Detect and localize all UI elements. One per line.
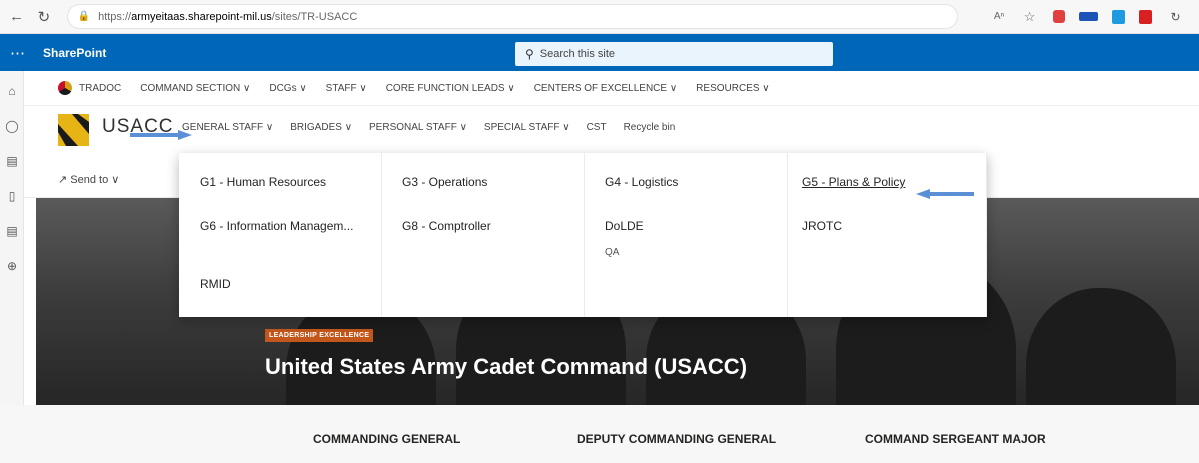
outlook-extension-icon[interactable] bbox=[1112, 9, 1126, 24]
nav-general-staff[interactable]: GENERAL STAFF ∨ bbox=[182, 122, 273, 133]
menu-column: G3 - Operations G8 - Comptroller bbox=[382, 153, 585, 317]
menu-link-jrotc[interactable]: JROTC bbox=[802, 219, 842, 233]
hub-item-command-section[interactable]: COMMAND SECTION ∨ bbox=[140, 83, 250, 94]
copilot-icon[interactable]: ↻ bbox=[1166, 10, 1185, 24]
search-input[interactable]: ⚲ Search this site bbox=[515, 42, 833, 66]
sharepoint-brand[interactable]: SharePoint bbox=[43, 46, 106, 60]
send-to-label: Send to ∨ bbox=[70, 174, 120, 186]
address-bar[interactable]: 🔒 https:// armyeitaas.sharepoint-mil.us … bbox=[66, 4, 959, 29]
search-icon: ⚲ bbox=[525, 47, 534, 61]
hub-item-centers-of-excellence[interactable]: CENTERS OF EXCELLENCE ∨ bbox=[534, 83, 677, 94]
hero-title: United States Army Cadet Command (USACC) bbox=[265, 354, 748, 379]
send-to-button[interactable]: ↗ Send to ∨ bbox=[58, 173, 119, 186]
url-host: armyeitaas.sharepoint-mil.us bbox=[131, 10, 272, 23]
menu-column: G1 - Human Resources G6 - Information Ma… bbox=[179, 153, 382, 317]
browser-toolbar: ← ↻ 🔒 https:// armyeitaas.sharepoint-mil… bbox=[0, 0, 1199, 34]
back-arrow-icon[interactable]: ← bbox=[6, 8, 27, 25]
url-path: /sites/TR-USACC bbox=[271, 10, 358, 23]
silhouette-figure bbox=[1026, 288, 1176, 405]
menu-link-g4[interactable]: G4 - Logistics bbox=[605, 175, 678, 189]
hub-item-staff[interactable]: STAFF ∨ bbox=[326, 83, 367, 94]
hero-tag: LEADERSHIP EXCELLENCE bbox=[265, 329, 374, 342]
menu-link-g5[interactable]: G5 - Plans & Policy bbox=[802, 175, 905, 189]
menu-link-g3[interactable]: G3 - Operations bbox=[402, 175, 487, 189]
search-placeholder: Search this site bbox=[539, 48, 615, 60]
leader-heading-dcg: DEPUTY COMMANDING GENERAL bbox=[577, 432, 777, 446]
home-icon[interactable]: ⌂ bbox=[4, 84, 20, 98]
usacc-logo-icon[interactable] bbox=[58, 114, 89, 146]
nav-recycle-bin[interactable]: Recycle bin bbox=[624, 122, 676, 133]
nav-special-staff[interactable]: SPECIAL STAFF ∨ bbox=[484, 122, 570, 133]
site-navigation: GENERAL STAFF ∨ BRIGADES ∨ PERSONAL STAF… bbox=[182, 122, 692, 133]
menu-link-g6[interactable]: G6 - Information Managem... bbox=[200, 219, 353, 233]
url-prefix: https:// bbox=[98, 10, 132, 23]
nav-cst[interactable]: CST bbox=[587, 122, 607, 133]
hub-item-dcgs[interactable]: DCGs ∨ bbox=[269, 83, 306, 94]
app-launcher-icon[interactable]: ⋯ bbox=[3, 44, 31, 62]
page-root: ← ↻ 🔒 https:// armyeitaas.sharepoint-mil… bbox=[0, 0, 1199, 463]
lists-icon[interactable]: ▤ bbox=[4, 224, 20, 238]
annotation-arrow-right bbox=[130, 130, 192, 140]
files-icon[interactable]: ▯ bbox=[4, 189, 20, 203]
menu-link-dolde[interactable]: DoLDE bbox=[605, 219, 644, 233]
menu-link-g1[interactable]: G1 - Human Resources bbox=[200, 175, 326, 189]
card-extension-icon[interactable] bbox=[1079, 12, 1099, 21]
lock-icon: 🔒 bbox=[77, 11, 91, 22]
create-icon[interactable]: ⊕ bbox=[4, 259, 20, 273]
tradoc-logo-icon bbox=[58, 81, 72, 95]
globe-icon[interactable]: ◯ bbox=[4, 119, 20, 133]
share-icon: ↗ bbox=[58, 174, 68, 186]
favorite-star-icon[interactable]: ☆ bbox=[1020, 9, 1039, 24]
pdf-extension-icon[interactable] bbox=[1139, 9, 1153, 24]
hub-item-resources[interactable]: RESOURCES ∨ bbox=[696, 83, 769, 94]
menu-column: G5 - Plans & Policy JROTC bbox=[788, 153, 987, 317]
hub-item-core-function-leads[interactable]: CORE FUNCTION LEADS ∨ bbox=[386, 83, 515, 94]
menu-column: G4 - Logistics DoLDE QA bbox=[585, 153, 788, 317]
read-aloud-icon[interactable]: Aⁿ bbox=[992, 10, 1006, 24]
leadership-section: COMMANDING GENERAL DEPUTY COMMANDING GEN… bbox=[0, 405, 1199, 463]
refresh-icon[interactable]: ↻ bbox=[33, 8, 54, 26]
menu-link-rmid[interactable]: RMID bbox=[200, 277, 231, 291]
menu-link-g8[interactable]: G8 - Comptroller bbox=[402, 219, 491, 233]
hub-navigation: TRADOC COMMAND SECTION ∨ DCGs ∨ STAFF ∨ … bbox=[24, 71, 1199, 106]
leader-heading-csm: COMMAND SERGEANT MAJOR bbox=[865, 432, 1046, 446]
news-icon[interactable]: ▤ bbox=[4, 154, 20, 168]
extension-bar: Aⁿ ☆ ↻ bbox=[992, 9, 1199, 24]
suite-bar: ⋯ SharePoint ⚲ Search this site bbox=[0, 34, 1199, 71]
shield-extension-icon[interactable] bbox=[1053, 10, 1066, 23]
leader-heading-cg: COMMANDING GENERAL bbox=[313, 432, 461, 446]
annotation-arrow-left bbox=[916, 189, 974, 199]
general-staff-dropdown: G1 - Human Resources G6 - Information Ma… bbox=[179, 153, 987, 317]
menu-sublink-qa[interactable]: QA bbox=[605, 247, 619, 258]
nav-personal-staff[interactable]: PERSONAL STAFF ∨ bbox=[369, 122, 467, 133]
hub-item-tradoc[interactable]: TRADOC bbox=[79, 83, 121, 94]
nav-brigades[interactable]: BRIGADES ∨ bbox=[290, 122, 352, 133]
